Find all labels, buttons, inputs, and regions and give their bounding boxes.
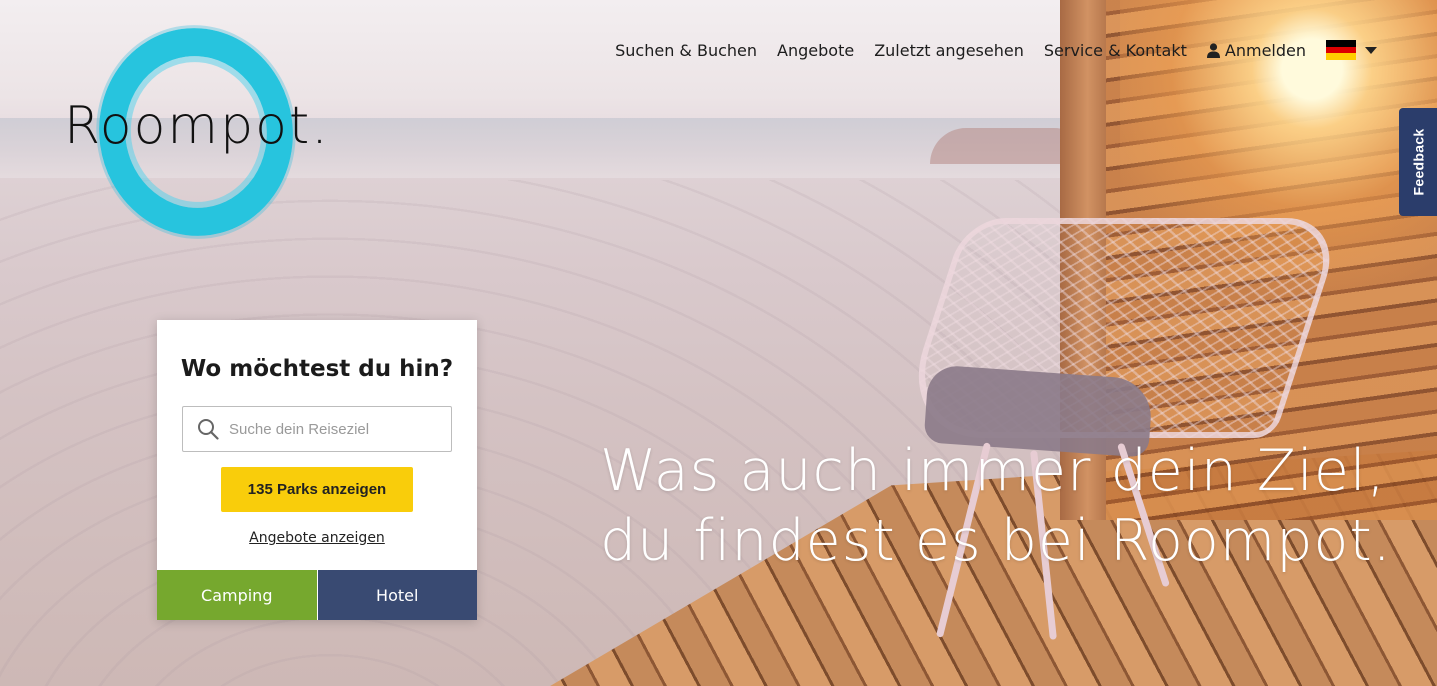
nav-search-book[interactable]: Suchen & Buchen [615, 41, 757, 60]
chevron-down-icon [1365, 46, 1377, 54]
show-parks-button[interactable]: 135 Parks anzeigen [221, 467, 413, 512]
feedback-label: Feedback [1410, 128, 1426, 196]
login-label: Anmelden [1224, 40, 1306, 60]
hero-headline-line1: Was auch immer dein Ziel, [600, 438, 1386, 504]
tab-camping[interactable]: Camping [157, 570, 318, 620]
feedback-tab[interactable]: Feedback [1399, 108, 1437, 216]
nav-service-contact[interactable]: Service & Kontakt [1044, 41, 1187, 60]
nav-recently-viewed[interactable]: Zuletzt angesehen [874, 41, 1024, 60]
destination-search[interactable] [182, 406, 452, 452]
language-selector[interactable] [1326, 40, 1377, 61]
hero-headline-line2: du findest es bei Roompot. [600, 508, 1392, 574]
show-offers-link[interactable]: Angebote anzeigen [157, 530, 477, 546]
user-icon [1206, 42, 1220, 58]
search-card-title: Wo möchtest du hin? [180, 356, 454, 382]
accommodation-tabs: Camping Hotel [157, 570, 477, 620]
login-button[interactable]: Anmelden [1206, 40, 1306, 60]
hero-headline: Was auch immer dein Ziel, du findest es … [600, 436, 1392, 576]
tab-hotel[interactable]: Hotel [317, 570, 477, 620]
roompot-logo[interactable]: Roompot. [62, 15, 342, 249]
logo-text: Roompot. [64, 96, 330, 156]
top-nav: Suchen & Buchen Angebote Zuletzt angeseh… [615, 40, 1377, 61]
destination-search-input[interactable] [229, 420, 449, 438]
germany-flag-icon [1326, 40, 1356, 61]
search-icon [198, 419, 219, 440]
search-card: Wo möchtest du hin? 135 Parks anzeigen A… [157, 320, 477, 620]
nav-offers[interactable]: Angebote [777, 41, 854, 60]
